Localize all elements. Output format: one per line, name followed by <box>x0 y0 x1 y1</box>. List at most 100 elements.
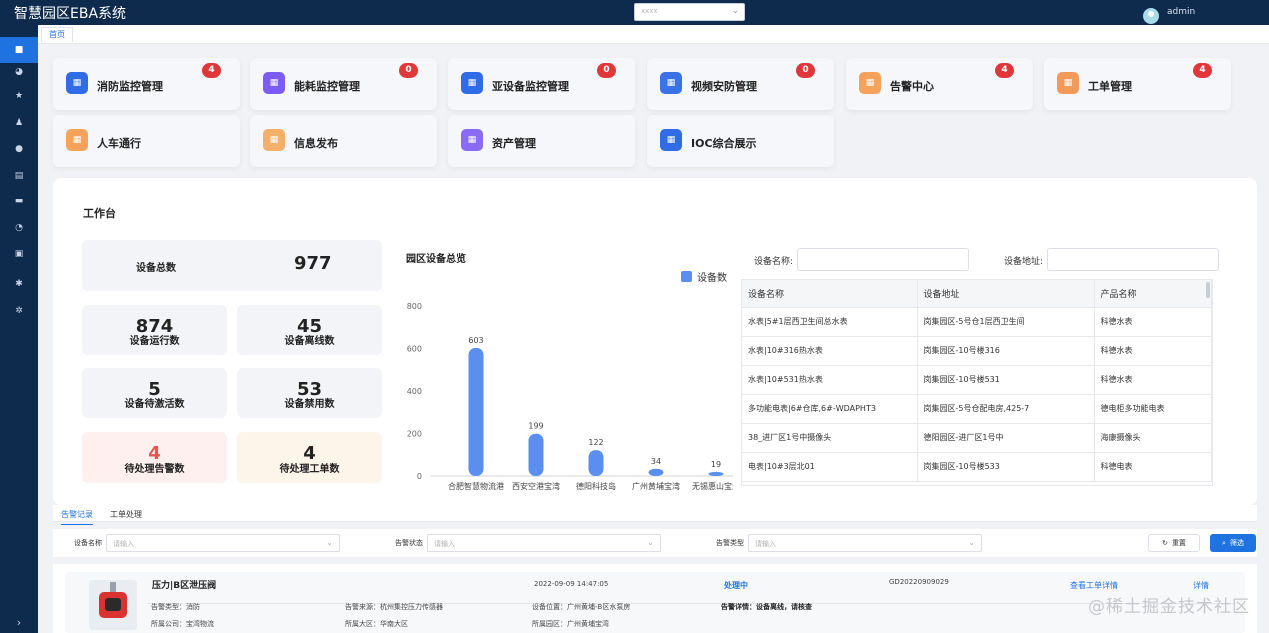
avatar[interactable] <box>1143 8 1159 24</box>
count-badge: 0 <box>597 63 616 78</box>
bar-value-label: 19 <box>711 460 721 469</box>
table-cell: 水表|10#531热水表 <box>742 365 918 395</box>
alarm-detail: 告警详情：设备离线，请核查 <box>721 603 812 611</box>
bar[interactable] <box>528 433 544 476</box>
expand-sidebar-icon[interactable]: › <box>0 616 38 629</box>
bell-icon[interactable]: ● <box>0 136 38 162</box>
table-header-row: 设备名称 设备地址 产品名称 <box>742 280 1212 308</box>
asset-icon: ▦ <box>461 129 483 151</box>
bar-value-label: 34 <box>651 457 661 466</box>
y-tick-label: 600 <box>407 345 422 354</box>
bar[interactable] <box>648 468 664 476</box>
table-cell: 科德水表 <box>1094 307 1212 337</box>
stat-label: 设备禁用数 <box>284 399 335 410</box>
module-card[interactable]: ▦ 能耗监控管理 0 <box>250 58 437 110</box>
gear-icon[interactable]: ✲ <box>0 298 38 324</box>
table-scrollbar[interactable] <box>1206 282 1210 298</box>
table-row[interactable]: 多功能电表|6#仓库,6#-WDAPHT3 岗集园区-5号仓配电房,425-7 德电… <box>742 394 1212 424</box>
table-row[interactable]: 水表|5#1层西卫生间总水表 岗集园区-5号仓1层西卫生间 科德水表 <box>742 307 1212 337</box>
vehicle-pass-icon: ▦ <box>66 129 88 151</box>
module-card[interactable]: ▦ IOC综合展示 <box>647 115 834 167</box>
module-card[interactable]: ▦ 视频安防管理 0 <box>647 58 834 110</box>
report-icon[interactable]: ◔ <box>0 215 38 241</box>
module-card[interactable]: ▦ 亚设备监控管理 0 <box>448 58 635 110</box>
device-address-input[interactable] <box>1047 248 1219 271</box>
stat-label: 设备离线数 <box>284 336 335 347</box>
stat-pending-alarms[interactable]: 4 待处理告警数 <box>82 432 227 483</box>
device-address-label: 设备地址: <box>1004 257 1044 267</box>
column-header: 设备名称 <box>742 280 918 308</box>
module-icon[interactable]: ▣ <box>0 241 38 267</box>
table-cell: 岗集园区-5号仓1层西卫生间 <box>917 307 1095 337</box>
video-security-icon: ▦ <box>660 72 682 94</box>
table-row[interactable]: 水表|10#316热水表 岗集园区-10号楼316 科德水表 <box>742 336 1212 366</box>
print-icon[interactable]: ▬ <box>0 188 38 214</box>
chart-legend[interactable]: 设备数 <box>681 269 727 284</box>
table-cell: 科德水表 <box>1094 365 1212 395</box>
tab-alarm-records[interactable]: 告警记录 <box>61 509 93 525</box>
tab-work-orders[interactable]: 工单处理 <box>110 509 142 520</box>
table-cell: 德阳园区-进厂区1号中 <box>917 423 1095 453</box>
table-row[interactable]: 38_进厂区1号中摄像头 德阳园区-进厂区1号中 海康摄像头 <box>742 423 1212 453</box>
module-label: 告警中心 <box>890 80 934 93</box>
energy-icon: ▦ <box>263 72 285 94</box>
count-badge: 4 <box>202 63 221 78</box>
settings-icon[interactable]: ✱ <box>0 271 38 297</box>
y-tick-label: 400 <box>407 387 422 396</box>
table-cell: 德电柜多功能电表 <box>1094 394 1212 424</box>
bar[interactable] <box>468 347 484 476</box>
module-card[interactable]: ▦ 信息发布 <box>250 115 437 167</box>
user-name[interactable]: admin <box>1167 7 1195 17</box>
table-row[interactable]: 水表|10#531热水表 岗集园区-10号楼531 科德水表 <box>742 365 1212 395</box>
tab-home[interactable]: 首页 <box>41 27 73 42</box>
filter-button[interactable]: ⌕ 筛选 <box>1210 534 1256 552</box>
favorite-icon[interactable]: ★ <box>0 83 38 109</box>
alarm-record-list: 压力|B区泄压阀 2022-09-09 14:47:05 处理中 GD20220… <box>53 564 1257 633</box>
bar[interactable] <box>588 450 604 476</box>
column-header: 设备地址 <box>917 280 1095 308</box>
monitor-icon[interactable]: ◕ <box>0 59 38 85</box>
page-tabs: 首页 <box>38 25 1269 44</box>
ioc-icon: ▦ <box>660 129 682 151</box>
project-select[interactable]: xxxx ⌄ <box>634 3 745 21</box>
alarm-time: 2022-09-09 14:47:05 <box>534 580 609 588</box>
view-work-order-link[interactable]: 查看工单详情 <box>1070 580 1118 591</box>
module-card[interactable]: ▦ 资产管理 <box>448 115 635 167</box>
module-label: 资产管理 <box>492 137 536 150</box>
workbench-panel: 工作台 设备总数 977 874 设备运行数 45 设备离线数 5 设备待激活数… <box>53 178 1257 505</box>
device-location: 设备位置：广州黄埔-B区水泵房 <box>532 603 631 611</box>
device-name-input[interactable] <box>797 248 969 271</box>
table-cell: 多功能电表|6#仓库,6#-WDAPHT3 <box>742 394 918 424</box>
device-bar-chart: 0 200 400 600 800 603 合肥智慧物流港 199 西安空港宝湾 122 德阳科技岛… <box>407 302 733 491</box>
y-tick-label: 200 <box>407 430 422 439</box>
module-card[interactable]: ▦ 人车通行 <box>53 115 240 167</box>
module-label: 信息发布 <box>294 137 338 150</box>
x-tick-label: 西安空港宝湾 <box>512 481 560 491</box>
module-card[interactable]: ▦ 消防监控管理 4 <box>53 58 240 110</box>
module-card[interactable]: ▦ 告警中心 4 <box>846 58 1033 110</box>
work-order-icon: ▦ <box>1057 72 1079 94</box>
alarm-record[interactable]: 压力|B区泄压阀 2022-09-09 14:47:05 处理中 GD20220… <box>65 572 1245 633</box>
table-cell: 水表|5#1层西卫生间总水表 <box>742 307 918 337</box>
stat-pending-orders[interactable]: 4 待处理工单数 <box>237 432 382 483</box>
detail-link[interactable]: 详情 <box>1193 580 1209 591</box>
device-name-select[interactable]: 请输入 ⌄ <box>106 534 340 552</box>
x-tick-label: 德阳科技岛 <box>576 481 616 491</box>
stat-label: 设备总数 <box>136 263 176 274</box>
document-icon[interactable]: ▤ <box>0 163 38 189</box>
reset-button[interactable]: ↻ 重置 <box>1148 534 1200 552</box>
alarm-type-select[interactable]: 请输入 ⌄ <box>748 534 982 552</box>
table-row[interactable]: 电表|10#3层北01 岗集园区-10号楼533 科德电表 <box>742 452 1212 482</box>
filter-label: 告警状态 <box>395 539 423 547</box>
alarm-status-select[interactable]: 请输入 ⌄ <box>427 534 661 552</box>
table-cell: 科德水表 <box>1094 336 1212 366</box>
alarm-source: 告警来源：杭州集控压力传感器 <box>345 603 443 611</box>
alarm-title: 压力|B区泄压阀 <box>152 581 217 591</box>
sidebar: ■ ◕ ★ ♟ ● ▤ ▬ ◔ ▣ ✱ ✲ › <box>0 25 38 633</box>
stat-total-devices: 设备总数 977 <box>82 240 382 291</box>
user-icon[interactable]: ♟ <box>0 110 38 136</box>
bar[interactable] <box>708 471 724 476</box>
bar-value-label: 603 <box>468 336 483 345</box>
module-card[interactable]: ▦ 工单管理 4 <box>1044 58 1231 110</box>
stat-label: 设备待激活数 <box>124 399 185 410</box>
